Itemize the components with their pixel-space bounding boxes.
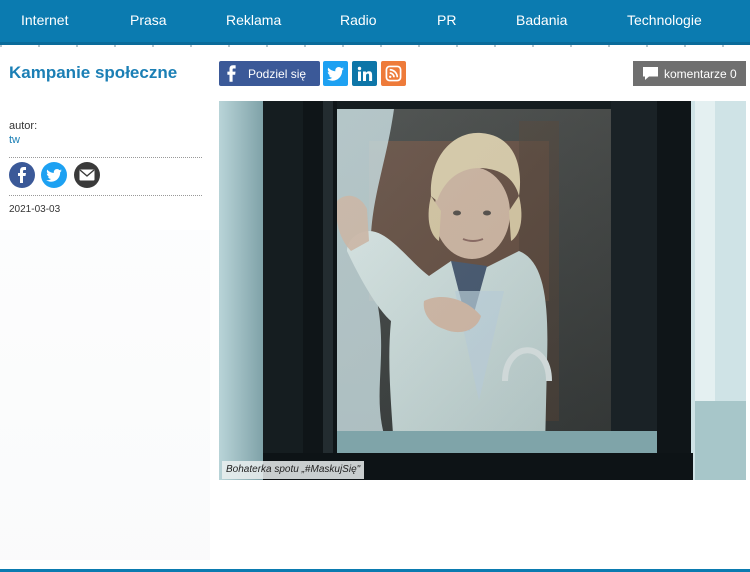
author-label: autor:	[9, 120, 38, 132]
twitter-icon	[46, 168, 62, 182]
divider	[9, 157, 202, 158]
share-facebook-round-button[interactable]	[9, 162, 35, 188]
nav-dots-divider	[0, 45, 750, 47]
nav-item-prasa[interactable]: Prasa	[130, 12, 167, 28]
photo-caption: Bohaterka spotu „#MaskujSię"	[222, 461, 365, 479]
facebook-icon	[18, 167, 26, 183]
facebook-icon	[219, 61, 243, 86]
nav-item-badania[interactable]: Badania	[516, 12, 567, 28]
article-date: 2021-03-03	[9, 204, 61, 215]
sidebar-background	[0, 230, 210, 560]
comment-icon	[643, 67, 658, 80]
linkedin-share-button[interactable]	[352, 61, 377, 86]
share-twitter-round-button[interactable]	[41, 162, 67, 188]
author-link[interactable]: tw	[9, 134, 20, 146]
twitter-icon	[327, 66, 344, 81]
share-email-round-button[interactable]	[74, 162, 100, 188]
nav-item-radio[interactable]: Radio	[340, 12, 377, 28]
facebook-share-button[interactable]: Podziel się	[219, 61, 320, 86]
wykop-share-button[interactable]	[381, 61, 406, 86]
article-photo	[219, 101, 746, 480]
twitter-share-button[interactable]	[323, 61, 348, 86]
category-title[interactable]: Kampanie społeczne	[9, 63, 177, 83]
top-nav: Internet Prasa Reklama Radio PR Badania …	[0, 0, 750, 42]
facebook-share-label: Podziel się	[248, 66, 307, 81]
wykop-icon	[385, 65, 402, 82]
comments-label: komentarze 0	[664, 66, 737, 81]
comments-button[interactable]: komentarze 0	[633, 61, 746, 86]
nav-item-internet[interactable]: Internet	[21, 12, 68, 28]
nav-item-technologie[interactable]: Technologie	[627, 12, 702, 28]
mail-icon	[79, 169, 95, 181]
divider	[9, 195, 202, 196]
nav-item-pr[interactable]: PR	[437, 12, 456, 28]
linkedin-icon	[357, 66, 372, 81]
nav-item-reklama[interactable]: Reklama	[226, 12, 281, 28]
